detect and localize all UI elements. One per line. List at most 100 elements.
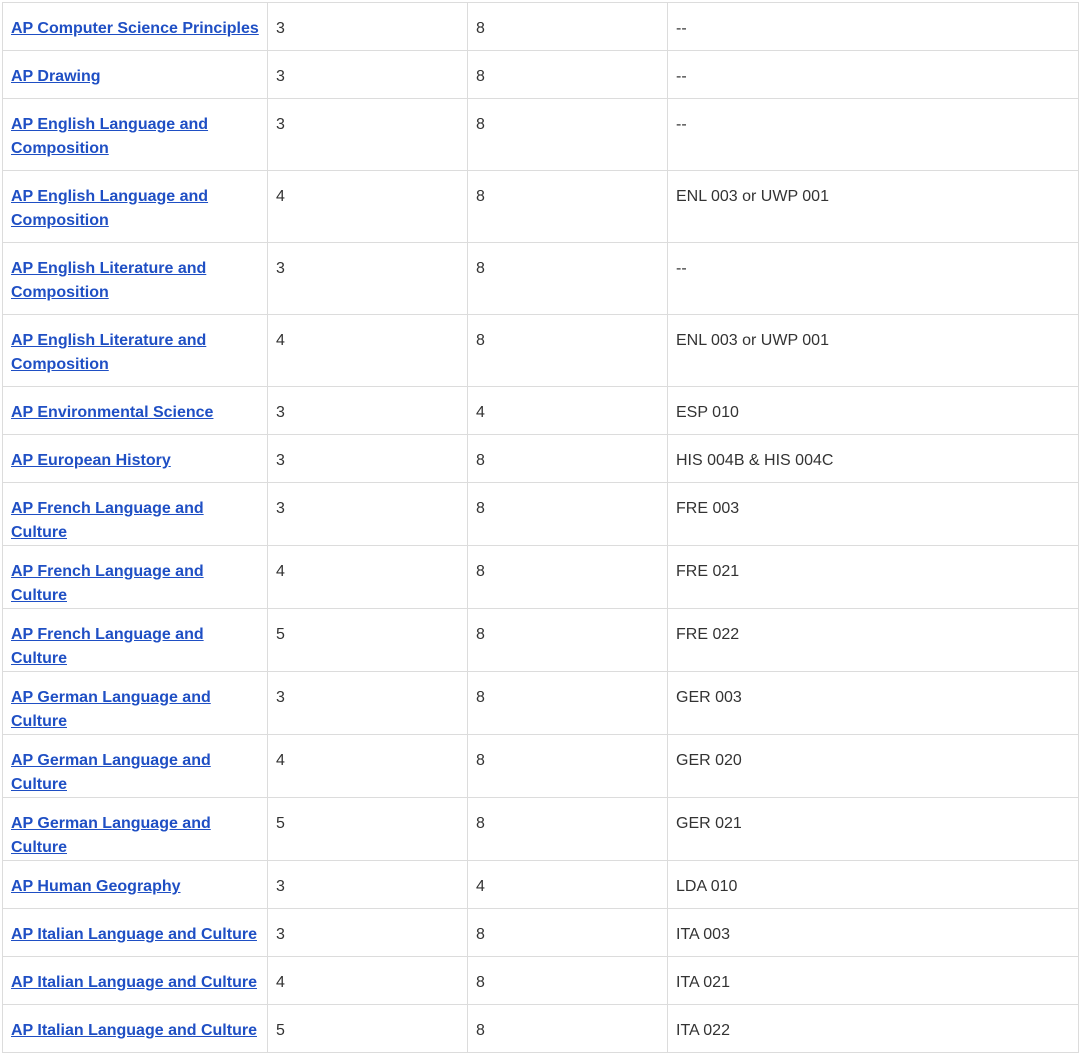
table-row: AP English Literature and Composition 3 …	[2, 242, 1079, 315]
table-row: AP Human Geography 3 4 LDA 010	[2, 860, 1079, 909]
equivalent-cell: --	[667, 2, 1079, 51]
units-cell: 8	[467, 50, 668, 99]
score-cell: 4	[267, 734, 468, 798]
score-cell: 5	[267, 797, 468, 861]
course-cell: AP French Language and Culture	[2, 482, 268, 546]
course-link[interactable]: AP Drawing	[11, 68, 101, 85]
units-cell: 8	[467, 1004, 668, 1053]
course-cell: AP Drawing	[2, 50, 268, 99]
table-row: AP Italian Language and Culture 3 8 ITA …	[2, 908, 1079, 957]
course-link[interactable]: AP French Language and Culture	[11, 563, 204, 604]
course-link[interactable]: AP English Literature and Composition	[11, 260, 206, 301]
equivalent-cell: --	[667, 98, 1079, 171]
table-row: AP French Language and Culture 5 8 FRE 0…	[2, 608, 1079, 672]
course-link[interactable]: AP Environmental Science	[11, 404, 213, 421]
equivalent-cell: HIS 004B & HIS 004C	[667, 434, 1079, 483]
equivalent-cell: ESP 010	[667, 386, 1079, 435]
equivalent-cell: ITA 003	[667, 908, 1079, 957]
score-cell: 4	[267, 170, 468, 243]
table-row: AP English Literature and Composition 4 …	[2, 314, 1079, 387]
score-cell: 4	[267, 314, 468, 387]
course-cell: AP German Language and Culture	[2, 671, 268, 735]
ap-credit-table: AP Computer Science Principles 3 8 -- AP…	[2, 2, 1079, 1053]
course-cell: AP Human Geography	[2, 860, 268, 909]
table-row: AP Italian Language and Culture 4 8 ITA …	[2, 956, 1079, 1005]
equivalent-cell: FRE 003	[667, 482, 1079, 546]
course-link[interactable]: AP Italian Language and Culture	[11, 1022, 257, 1039]
units-cell: 8	[467, 797, 668, 861]
units-cell: 8	[467, 482, 668, 546]
course-cell: AP English Language and Composition	[2, 98, 268, 171]
table-row: AP Computer Science Principles 3 8 --	[2, 2, 1079, 51]
units-cell: 8	[467, 314, 668, 387]
score-cell: 4	[267, 545, 468, 609]
units-cell: 4	[467, 860, 668, 909]
table-row: AP English Language and Composition 4 8 …	[2, 170, 1079, 243]
units-cell: 8	[467, 434, 668, 483]
score-cell: 3	[267, 434, 468, 483]
units-cell: 8	[467, 671, 668, 735]
course-link[interactable]: AP French Language and Culture	[11, 500, 204, 541]
equivalent-cell: GER 020	[667, 734, 1079, 798]
score-cell: 3	[267, 860, 468, 909]
units-cell: 8	[467, 98, 668, 171]
equivalent-cell: LDA 010	[667, 860, 1079, 909]
course-link[interactable]: AP Computer Science Principles	[11, 20, 259, 37]
course-cell: AP French Language and Culture	[2, 608, 268, 672]
units-cell: 8	[467, 956, 668, 1005]
table-row: AP Drawing 3 8 --	[2, 50, 1079, 99]
table-row: AP European History 3 8 HIS 004B & HIS 0…	[2, 434, 1079, 483]
units-cell: 8	[467, 242, 668, 315]
units-cell: 8	[467, 908, 668, 957]
table-row: AP German Language and Culture 4 8 GER 0…	[2, 734, 1079, 798]
course-cell: AP German Language and Culture	[2, 797, 268, 861]
equivalent-cell: GER 021	[667, 797, 1079, 861]
course-link[interactable]: AP Human Geography	[11, 878, 181, 895]
course-link[interactable]: AP German Language and Culture	[11, 689, 211, 730]
course-cell: AP English Literature and Composition	[2, 314, 268, 387]
course-cell: AP Environmental Science	[2, 386, 268, 435]
course-link[interactable]: AP Italian Language and Culture	[11, 926, 257, 943]
score-cell: 3	[267, 2, 468, 51]
units-cell: 8	[467, 734, 668, 798]
course-link[interactable]: AP English Language and Composition	[11, 188, 208, 229]
units-cell: 8	[467, 545, 668, 609]
course-link[interactable]: AP Italian Language and Culture	[11, 974, 257, 991]
course-link[interactable]: AP European History	[11, 452, 171, 469]
units-cell: 8	[467, 170, 668, 243]
units-cell: 8	[467, 2, 668, 51]
equivalent-cell: ENL 003 or UWP 001	[667, 170, 1079, 243]
course-cell: AP English Literature and Composition	[2, 242, 268, 315]
score-cell: 3	[267, 242, 468, 315]
course-link[interactable]: AP German Language and Culture	[11, 752, 211, 793]
course-cell: AP Italian Language and Culture	[2, 908, 268, 957]
score-cell: 5	[267, 1004, 468, 1053]
course-link[interactable]: AP English Language and Composition	[11, 116, 208, 157]
score-cell: 4	[267, 956, 468, 1005]
equivalent-cell: --	[667, 242, 1079, 315]
course-cell: AP French Language and Culture	[2, 545, 268, 609]
course-cell: AP Italian Language and Culture	[2, 1004, 268, 1053]
table-row: AP Italian Language and Culture 5 8 ITA …	[2, 1004, 1079, 1053]
table-row: AP English Language and Composition 3 8 …	[2, 98, 1079, 171]
course-cell: AP English Language and Composition	[2, 170, 268, 243]
equivalent-cell: ITA 021	[667, 956, 1079, 1005]
table-row: AP French Language and Culture 4 8 FRE 0…	[2, 545, 1079, 609]
course-cell: AP Computer Science Principles	[2, 2, 268, 51]
course-link[interactable]: AP German Language and Culture	[11, 815, 211, 856]
course-cell: AP Italian Language and Culture	[2, 956, 268, 1005]
table-row: AP Environmental Science 3 4 ESP 010	[2, 386, 1079, 435]
score-cell: 3	[267, 671, 468, 735]
table-row: AP French Language and Culture 3 8 FRE 0…	[2, 482, 1079, 546]
equivalent-cell: ITA 022	[667, 1004, 1079, 1053]
score-cell: 3	[267, 908, 468, 957]
units-cell: 4	[467, 386, 668, 435]
ap-credit-table-container: AP Computer Science Principles 3 8 -- AP…	[2, 2, 1079, 1053]
equivalent-cell: ENL 003 or UWP 001	[667, 314, 1079, 387]
course-cell: AP European History	[2, 434, 268, 483]
table-row: AP German Language and Culture 5 8 GER 0…	[2, 797, 1079, 861]
table-row: AP German Language and Culture 3 8 GER 0…	[2, 671, 1079, 735]
course-link[interactable]: AP French Language and Culture	[11, 626, 204, 667]
units-cell: 8	[467, 608, 668, 672]
course-link[interactable]: AP English Literature and Composition	[11, 332, 206, 373]
